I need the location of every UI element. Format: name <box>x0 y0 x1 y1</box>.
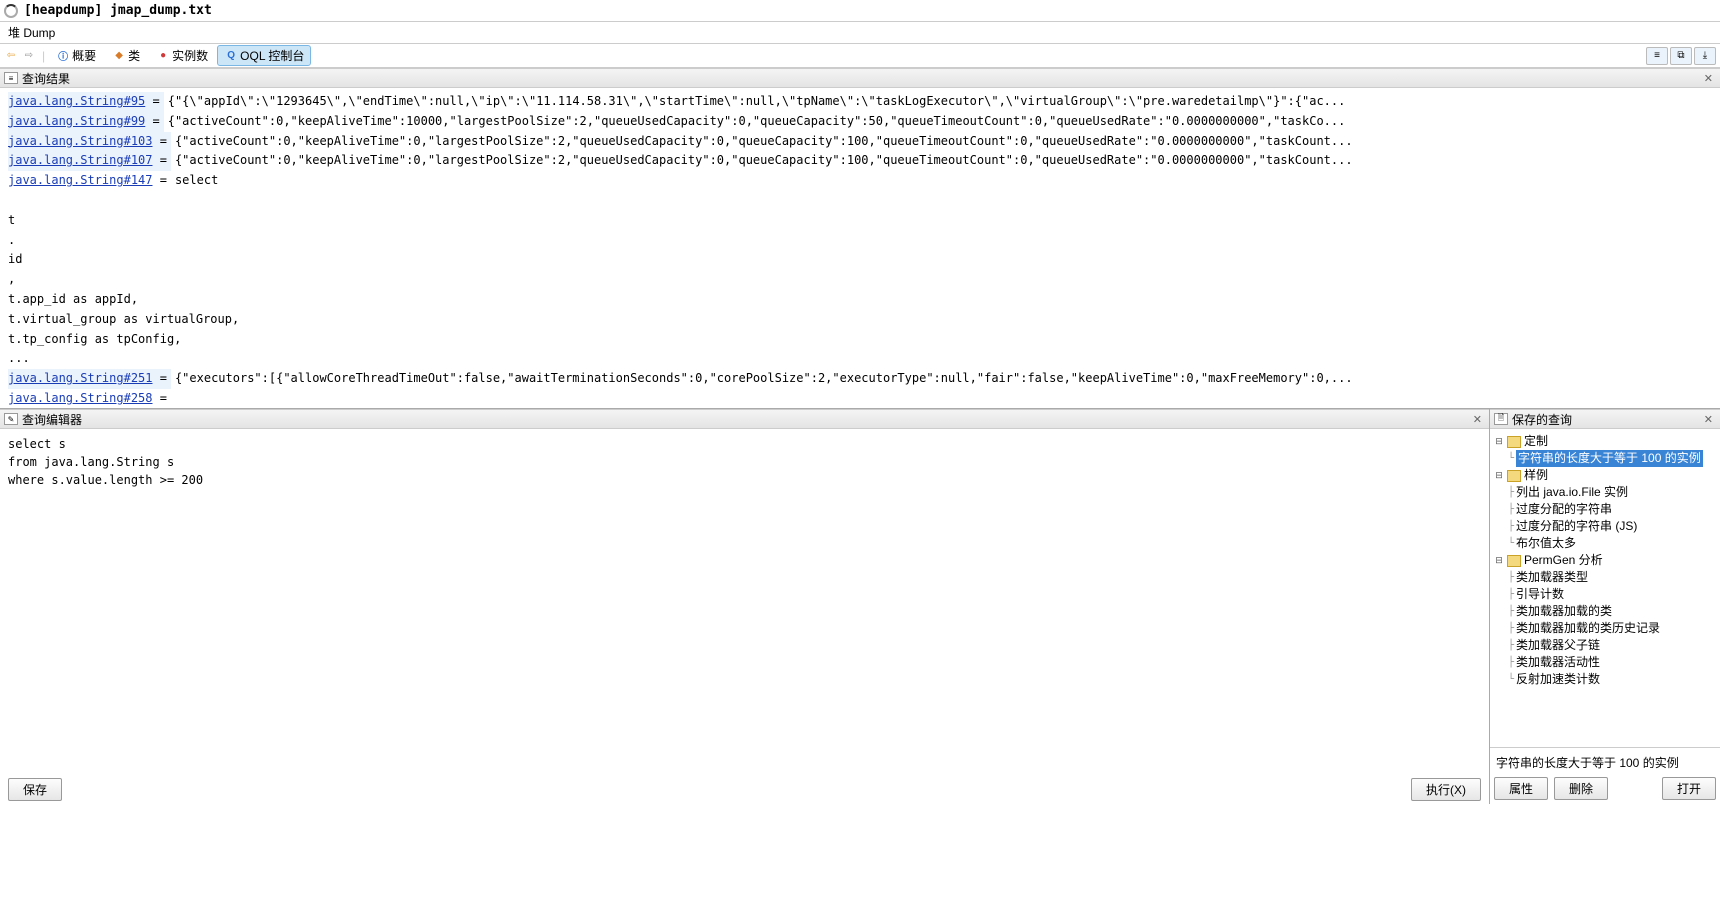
result-row: java.lang.String#95 = {"{\"appId\":\"129… <box>8 92 1712 112</box>
folder-icon <box>1507 555 1521 567</box>
tree-node-permgen-item[interactable]: ├引导计数 <box>1494 586 1716 603</box>
result-link[interactable]: java.lang.String#258 <box>8 391 153 405</box>
tree-node-sample[interactable]: ⊟样例 <box>1494 467 1716 484</box>
close-icon[interactable]: ✕ <box>1701 72 1716 85</box>
result-link[interactable]: java.lang.String#103 <box>8 134 153 148</box>
tree-node-permgen[interactable]: ⊟PermGen 分析 <box>1494 552 1716 569</box>
folder-icon <box>1507 436 1521 448</box>
export-icon[interactable]: ⤓ <box>1694 47 1716 65</box>
oql-label: OQL 控制台 <box>240 47 304 64</box>
forward-arrow-icon[interactable]: ⇨ <box>22 49 36 63</box>
save-button[interactable]: 保存 <box>8 778 62 801</box>
result-row: java.lang.String#147 = select <box>8 171 1712 191</box>
tree-node-sample-item[interactable]: ├过度分配的字符串 (JS) <box>1494 518 1716 535</box>
folder-icon <box>1507 470 1521 482</box>
instances-label: 实例数 <box>172 47 208 64</box>
oql-console-button[interactable]: Q OQL 控制台 <box>217 45 311 66</box>
tab-row: 堆 Dump <box>0 22 1720 44</box>
tree-node-permgen-item[interactable]: ├类加载器类型 <box>1494 569 1716 586</box>
tree-node-sample-item[interactable]: └布尔值太多 <box>1494 535 1716 552</box>
result-link[interactable]: java.lang.String#95 <box>8 94 145 108</box>
editor-title: 查询编辑器 <box>22 411 82 428</box>
toolbar: ⇦ ⇨ | ⓘ 概要 ◆ 类 ● 实例数 Q OQL 控制台 ≡ ⧉ ⤓ <box>0 44 1720 68</box>
tree-node-permgen-item[interactable]: ├类加载器加载的类历史记录 <box>1494 620 1716 637</box>
results-panel[interactable]: java.lang.String#95 = {"{\"appId\":\"129… <box>0 88 1720 408</box>
result-link[interactable]: java.lang.String#99 <box>8 114 145 128</box>
tree-node-custom-query[interactable]: └字符串的长度大于等于 100 的实例 <box>1494 450 1716 467</box>
query-editor[interactable]: select s from java.lang.String s where s… <box>0 429 1489 774</box>
result-row: java.lang.String#258 = <box>8 389 1712 408</box>
tree-node-permgen-item[interactable]: ├类加载器父子链 <box>1494 637 1716 654</box>
results-panel-header: ≡ 查询结果 ✕ <box>0 68 1720 88</box>
close-icon[interactable]: ✕ <box>1701 413 1716 426</box>
instance-icon: ● <box>156 49 170 63</box>
collapse-icon[interactable]: ⊟ <box>1494 467 1504 484</box>
tree-node-sample-item[interactable]: ├过度分配的字符串 <box>1494 501 1716 518</box>
saved-footer: 字符串的长度大于等于 100 的实例 属性 删除 打开 <box>1490 747 1720 804</box>
result-row: java.lang.String#251 = {"executors":[{"a… <box>8 369 1712 389</box>
tab-heap-dump[interactable]: 堆 Dump <box>8 24 55 41</box>
info-icon: ⓘ <box>56 49 70 63</box>
attributes-button[interactable]: 属性 <box>1494 777 1548 800</box>
result-link[interactable]: java.lang.String#107 <box>8 153 153 167</box>
loading-spinner-icon <box>4 4 18 18</box>
close-icon[interactable]: ✕ <box>1470 413 1485 426</box>
tree-node-permgen-item[interactable]: ├类加载器活动性 <box>1494 654 1716 671</box>
result-text <box>175 389 1712 408</box>
window-title-bar: [heapdump] jmap_dump.txt <box>0 0 1720 22</box>
result-text: {"activeCount":0,"keepAliveTime":0,"larg… <box>175 151 1712 171</box>
back-arrow-icon[interactable]: ⇦ <box>4 49 18 63</box>
editor-panel-header: ✎ 查询编辑器 ✕ <box>0 409 1489 429</box>
tree-node-custom[interactable]: ⊟定制 <box>1494 433 1716 450</box>
copy-icon[interactable]: ⧉ <box>1670 47 1692 65</box>
result-text: {"activeCount":0,"keepAliveTime":10000,"… <box>168 112 1712 132</box>
saved-queries-tree[interactable]: ⊟定制 └字符串的长度大于等于 100 的实例 ⊟样例 ├列出 java.io.… <box>1490 429 1720 747</box>
result-text: {"activeCount":0,"keepAliveTime":0,"larg… <box>175 132 1712 152</box>
saved-panel-header: 🗎 保存的查询 ✕ <box>1490 409 1720 429</box>
editor-icon: ✎ <box>4 413 18 425</box>
collapse-icon[interactable]: ⊟ <box>1494 552 1504 569</box>
result-row: java.lang.String#99 = {"activeCount":0,"… <box>8 112 1712 132</box>
overview-button[interactable]: ⓘ 概要 <box>49 45 103 66</box>
result-text: select <box>175 171 1712 191</box>
result-link[interactable]: java.lang.String#147 <box>8 173 153 187</box>
result-text: {"{\"appId\":\"1293645\",\"endTime\":nul… <box>168 92 1712 112</box>
result-text: {"executors":[{"allowCoreThreadTimeOut":… <box>175 369 1712 389</box>
execute-button[interactable]: 执行(X) <box>1411 778 1481 801</box>
saved-title: 保存的查询 <box>1512 411 1572 428</box>
overview-label: 概要 <box>72 47 96 64</box>
tree-node-permgen-item[interactable]: └反射加速类计数 <box>1494 671 1716 688</box>
open-button[interactable]: 打开 <box>1662 777 1716 800</box>
saved-icon: 🗎 <box>1494 413 1508 425</box>
classes-label: 类 <box>128 47 140 64</box>
collapse-icon[interactable]: ⊟ <box>1494 433 1504 450</box>
results-title: 查询结果 <box>22 70 70 87</box>
selected-query-name: 字符串的长度大于等于 100 的实例 <box>1494 752 1716 777</box>
delete-button[interactable]: 删除 <box>1554 777 1608 800</box>
details-view-icon[interactable]: ≡ <box>1646 47 1668 65</box>
instances-button[interactable]: ● 实例数 <box>149 45 215 66</box>
tree-node-permgen-item[interactable]: ├类加载器加载的类 <box>1494 603 1716 620</box>
oql-icon: Q <box>224 49 238 63</box>
result-row: java.lang.String#107 = {"activeCount":0,… <box>8 151 1712 171</box>
classes-button[interactable]: ◆ 类 <box>105 45 147 66</box>
tree-node-sample-item[interactable]: ├列出 java.io.File 实例 <box>1494 484 1716 501</box>
result-row: java.lang.String#103 = {"activeCount":0,… <box>8 132 1712 152</box>
results-icon: ≡ <box>4 72 18 84</box>
result-link[interactable]: java.lang.String#251 <box>8 371 153 385</box>
class-icon: ◆ <box>112 49 126 63</box>
window-title: [heapdump] jmap_dump.txt <box>24 3 212 18</box>
result-multiline: t . id , t.app_id as appId, t.virtual_gr… <box>8 191 1712 369</box>
editor-footer: 保存 执行(X) <box>0 774 1489 804</box>
